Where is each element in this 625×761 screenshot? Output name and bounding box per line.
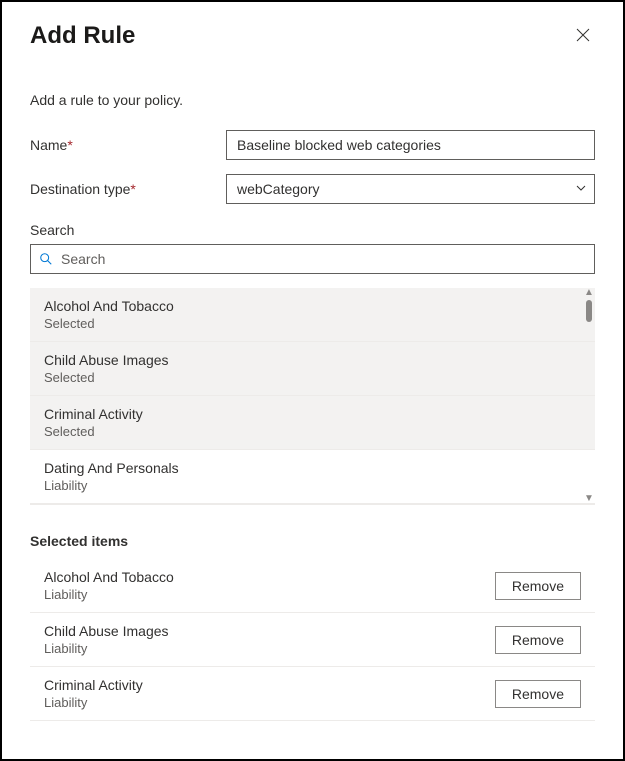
name-input[interactable] <box>226 130 595 160</box>
search-box <box>30 244 595 274</box>
panel-title: Add Rule <box>30 22 135 50</box>
selected-item-sub: Liability <box>44 587 495 602</box>
picker-item-sub: Selected <box>44 316 581 331</box>
search-label: Search <box>30 222 595 238</box>
picker-item-name: Dating And Personals <box>44 460 581 476</box>
destination-type-label: Destination type* <box>30 181 226 197</box>
add-rule-panel: Add Rule Add a rule to your policy. Name… <box>0 0 625 761</box>
selected-item-name: Alcohol And Tobacco <box>44 569 495 585</box>
name-row: Name* <box>30 130 595 160</box>
picker-item-sub: Liability <box>44 478 581 493</box>
selected-item-name: Child Abuse Images <box>44 623 495 639</box>
picker-item-sub: Selected <box>44 424 581 439</box>
destination-type-select[interactable]: webCategory <box>226 174 595 204</box>
destination-type-row: Destination type* webCategory <box>30 174 595 204</box>
picker-item-name: Alcohol And Tobacco <box>44 298 581 314</box>
scroll-thumb[interactable] <box>586 300 592 322</box>
picker-item-sub: Selected <box>44 370 581 385</box>
picker-item-name: Child Abuse Images <box>44 352 581 368</box>
selected-item: Child Abuse Images Liability Remove <box>30 613 595 667</box>
selected-item: Alcohol And Tobacco Liability Remove <box>30 559 595 613</box>
selected-item-sub: Liability <box>44 695 495 710</box>
name-label: Name* <box>30 137 226 153</box>
search-input[interactable] <box>61 251 586 267</box>
scroll-down-arrow-icon: ▼ <box>584 494 594 504</box>
destination-type-select-wrap: webCategory <box>226 174 595 204</box>
remove-button[interactable]: Remove <box>495 680 581 708</box>
remove-button[interactable]: Remove <box>495 572 581 600</box>
picker-item[interactable]: Criminal Activity Selected <box>30 396 595 450</box>
selected-item-sub: Liability <box>44 641 495 656</box>
scroll-up-arrow-icon: ▲ <box>584 288 594 298</box>
category-picker-list: Alcohol And Tobacco Selected Child Abuse… <box>30 288 595 505</box>
picker-item-name: Criminal Activity <box>44 406 581 422</box>
close-button[interactable] <box>571 23 595 50</box>
selected-item-text: Criminal Activity Liability <box>44 677 495 710</box>
selected-item-text: Child Abuse Images Liability <box>44 623 495 656</box>
search-section: Search <box>30 222 595 274</box>
selected-item-text: Alcohol And Tobacco Liability <box>44 569 495 602</box>
panel-subheading: Add a rule to your policy. <box>30 92 595 108</box>
selected-items-heading: Selected items <box>30 533 595 549</box>
picker-item[interactable]: Child Abuse Images Selected <box>30 342 595 396</box>
remove-button[interactable]: Remove <box>495 626 581 654</box>
selected-item: Criminal Activity Liability Remove <box>30 667 595 721</box>
picker-item[interactable]: Dating And Personals Liability <box>30 450 595 504</box>
scrollbar[interactable]: ▲ ▼ <box>583 288 595 504</box>
search-icon <box>39 252 53 266</box>
required-mark: * <box>130 181 135 197</box>
picker-item[interactable]: Alcohol And Tobacco Selected <box>30 288 595 342</box>
close-icon <box>575 27 591 46</box>
panel-header: Add Rule <box>30 22 595 50</box>
selected-item-name: Criminal Activity <box>44 677 495 693</box>
required-mark: * <box>67 137 72 153</box>
